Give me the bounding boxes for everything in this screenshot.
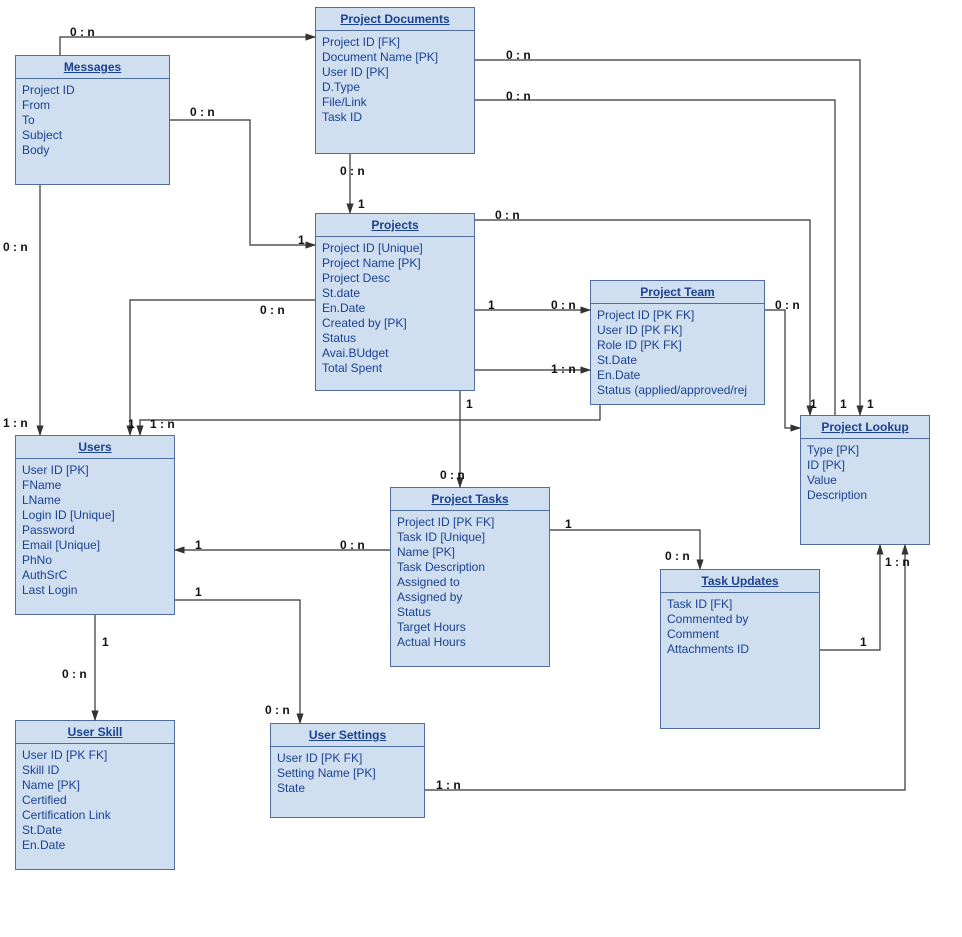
entity-projects-attrs: Project ID [Unique] Project Name [PK] Pr… [316,237,474,380]
card-proj-team-end2: 1 : n [551,362,576,376]
er-diagram-canvas: Messages Project ID From To Subject Body… [0,0,962,937]
card-team-lookup-start: 0 : n [775,298,800,312]
card-users-settings-start: 1 [195,585,202,599]
card-docs-proj-end: 1 [358,197,365,211]
entity-project-documents: Project Documents Project ID [FK] Docume… [315,7,475,154]
entity-messages-title: Messages [16,56,169,79]
card-msg-docs-start: 0 : n [70,25,95,39]
entity-project-lookup-title: Project Lookup [801,416,929,439]
entity-project-tasks-title: Project Tasks [391,488,549,511]
entity-project-lookup-attrs: Type [PK] ID [PK] Value Description [801,439,929,507]
card-users-proj-end: 1 [128,417,135,431]
card-updates-lookup-end: 1 [860,635,867,649]
card-tasks-users-start: 0 : n [340,538,365,552]
card-users-proj-start: 0 : n [260,303,285,317]
entity-task-updates: Task Updates Task ID [FK] Commented by C… [660,569,820,729]
entity-user-settings: User Settings User ID [PK FK] Setting Na… [270,723,425,818]
card-proj-tasks-end: 0 : n [440,468,465,482]
entity-task-updates-attrs: Task ID [FK] Commented by Comment Attach… [661,593,819,661]
entity-project-tasks-attrs: Project ID [PK FK] Task ID [Unique] Name… [391,511,549,654]
card-docs-proj-start: 0 : n [340,164,365,178]
entity-users-title: Users [16,436,174,459]
entity-project-lookup: Project Lookup Type [PK] ID [PK] Value D… [800,415,930,545]
card-msg-users-end: 1 : n [3,416,28,430]
entity-user-skill: User Skill User ID [PK FK] Skill ID Name… [15,720,175,870]
card-users-settings-end: 0 : n [265,703,290,717]
entity-user-settings-title: User Settings [271,724,424,747]
card-docs-team-end: 1 [840,397,847,411]
card-msg-proj-start: 0 : n [190,105,215,119]
card-users-team-start: 1 : n [150,417,175,431]
card-msg-users-start: 0 : n [3,240,28,254]
card-updates-lookup-start: 1 : n [885,555,910,569]
entity-project-team-attrs: Project ID [PK FK] User ID [PK FK] Role … [591,304,764,402]
card-msg-proj-end: 1 [298,233,305,247]
entity-messages: Messages Project ID From To Subject Body [15,55,170,185]
card-users-skill-start: 1 [102,635,109,649]
card-docs-team-start: 0 : n [506,89,531,103]
entity-project-tasks: Project Tasks Project ID [PK FK] Task ID… [390,487,550,667]
card-tasks-updates-start: 1 [565,517,572,531]
entity-user-settings-attrs: User ID [PK FK] Setting Name [PK] State [271,747,424,800]
card-proj-tasks-start: 1 [466,397,473,411]
card-docs-lookup-end: 1 [867,397,874,411]
entity-messages-attrs: Project ID From To Subject Body [16,79,169,162]
card-settings-lookup-start: 1 : n [436,778,461,792]
card-docs-lookup-start: 0 : n [506,48,531,62]
entity-projects: Projects Project ID [Unique] Project Nam… [315,213,475,391]
card-proj-team-end: 0 : n [551,298,576,312]
entity-users: Users User ID [PK] FName LName Login ID … [15,435,175,615]
card-tasks-users-end: 1 [195,538,202,552]
entity-user-skill-title: User Skill [16,721,174,744]
entity-project-team-title: Project Team [591,281,764,304]
entity-users-attrs: User ID [PK] FName LName Login ID [Uniqu… [16,459,174,602]
card-proj-team-start: 1 [488,298,495,312]
entity-project-documents-attrs: Project ID [FK] Document Name [PK] User … [316,31,474,129]
card-proj-lookup-start: 0 : n [495,208,520,222]
card-users-skill-end: 0 : n [62,667,87,681]
entity-project-team: Project Team Project ID [PK FK] User ID … [590,280,765,405]
entity-projects-title: Projects [316,214,474,237]
entity-task-updates-title: Task Updates [661,570,819,593]
card-tasks-updates-end: 0 : n [665,549,690,563]
card-team-lookup-end: 1 [810,397,817,411]
entity-project-documents-title: Project Documents [316,8,474,31]
entity-user-skill-attrs: User ID [PK FK] Skill ID Name [PK] Certi… [16,744,174,857]
